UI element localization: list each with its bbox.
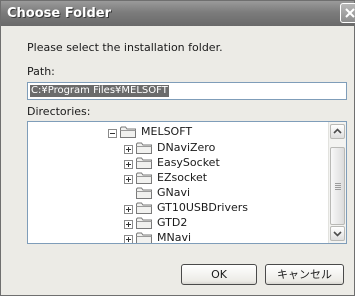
tree-item-label: MNavi xyxy=(157,231,192,244)
scroll-up-button[interactable] xyxy=(330,124,345,139)
chevron-up-icon xyxy=(333,128,342,134)
folder-icon xyxy=(136,157,152,169)
folder-icon xyxy=(136,217,152,229)
directories-label: Directories: xyxy=(27,105,91,118)
directory-tree[interactable]: MELSOFT DNaviZero EasySocket EZsocket GNavi G… xyxy=(27,121,347,244)
ok-button[interactable]: OK xyxy=(181,264,257,285)
scroll-thumb[interactable] xyxy=(330,147,345,225)
vertical-scrollbar[interactable] xyxy=(328,122,346,243)
folder-icon xyxy=(136,202,152,214)
scroll-down-button[interactable] xyxy=(330,226,345,241)
tree-item-label: MELSOFT xyxy=(141,125,193,138)
tree-item-label: GT10USBDrivers xyxy=(157,201,249,214)
folder-icon xyxy=(136,172,152,184)
folder-icon xyxy=(120,126,136,138)
expand-icon[interactable] xyxy=(124,219,133,229)
path-input-selected-text: C:¥Program Files¥MELSOFT xyxy=(30,85,169,97)
expand-icon[interactable] xyxy=(124,174,133,184)
tree-item-label: EZsocket xyxy=(157,171,208,184)
tree-item-label: GNavi xyxy=(157,186,191,199)
close-button[interactable] xyxy=(340,3,355,23)
choose-folder-dialog: Choose Folder Please select the installa… xyxy=(0,0,355,296)
instruction-text: Please select the installation folder. xyxy=(27,41,223,54)
expand-icon[interactable] xyxy=(124,234,133,243)
tree-item-label: DNaviZero xyxy=(157,141,216,154)
expand-icon[interactable] xyxy=(124,159,133,169)
folder-icon xyxy=(136,232,152,243)
tree-item-label: EasySocket xyxy=(157,156,220,169)
tree-item-label: GTD2 xyxy=(157,216,188,229)
expand-icon[interactable] xyxy=(124,144,133,154)
close-icon xyxy=(345,8,355,18)
folder-icon xyxy=(136,187,152,199)
chevron-down-icon xyxy=(333,231,342,237)
collapse-icon[interactable] xyxy=(108,128,117,138)
expand-icon[interactable] xyxy=(124,204,133,214)
window-title: Choose Folder xyxy=(7,6,112,21)
title-bar[interactable]: Choose Folder xyxy=(1,1,355,26)
cancel-button[interactable]: キャンセル xyxy=(265,264,344,285)
path-label: Path: xyxy=(27,65,55,78)
folder-icon xyxy=(136,142,152,154)
path-input[interactable]: C:¥Program Files¥MELSOFT xyxy=(27,82,347,100)
